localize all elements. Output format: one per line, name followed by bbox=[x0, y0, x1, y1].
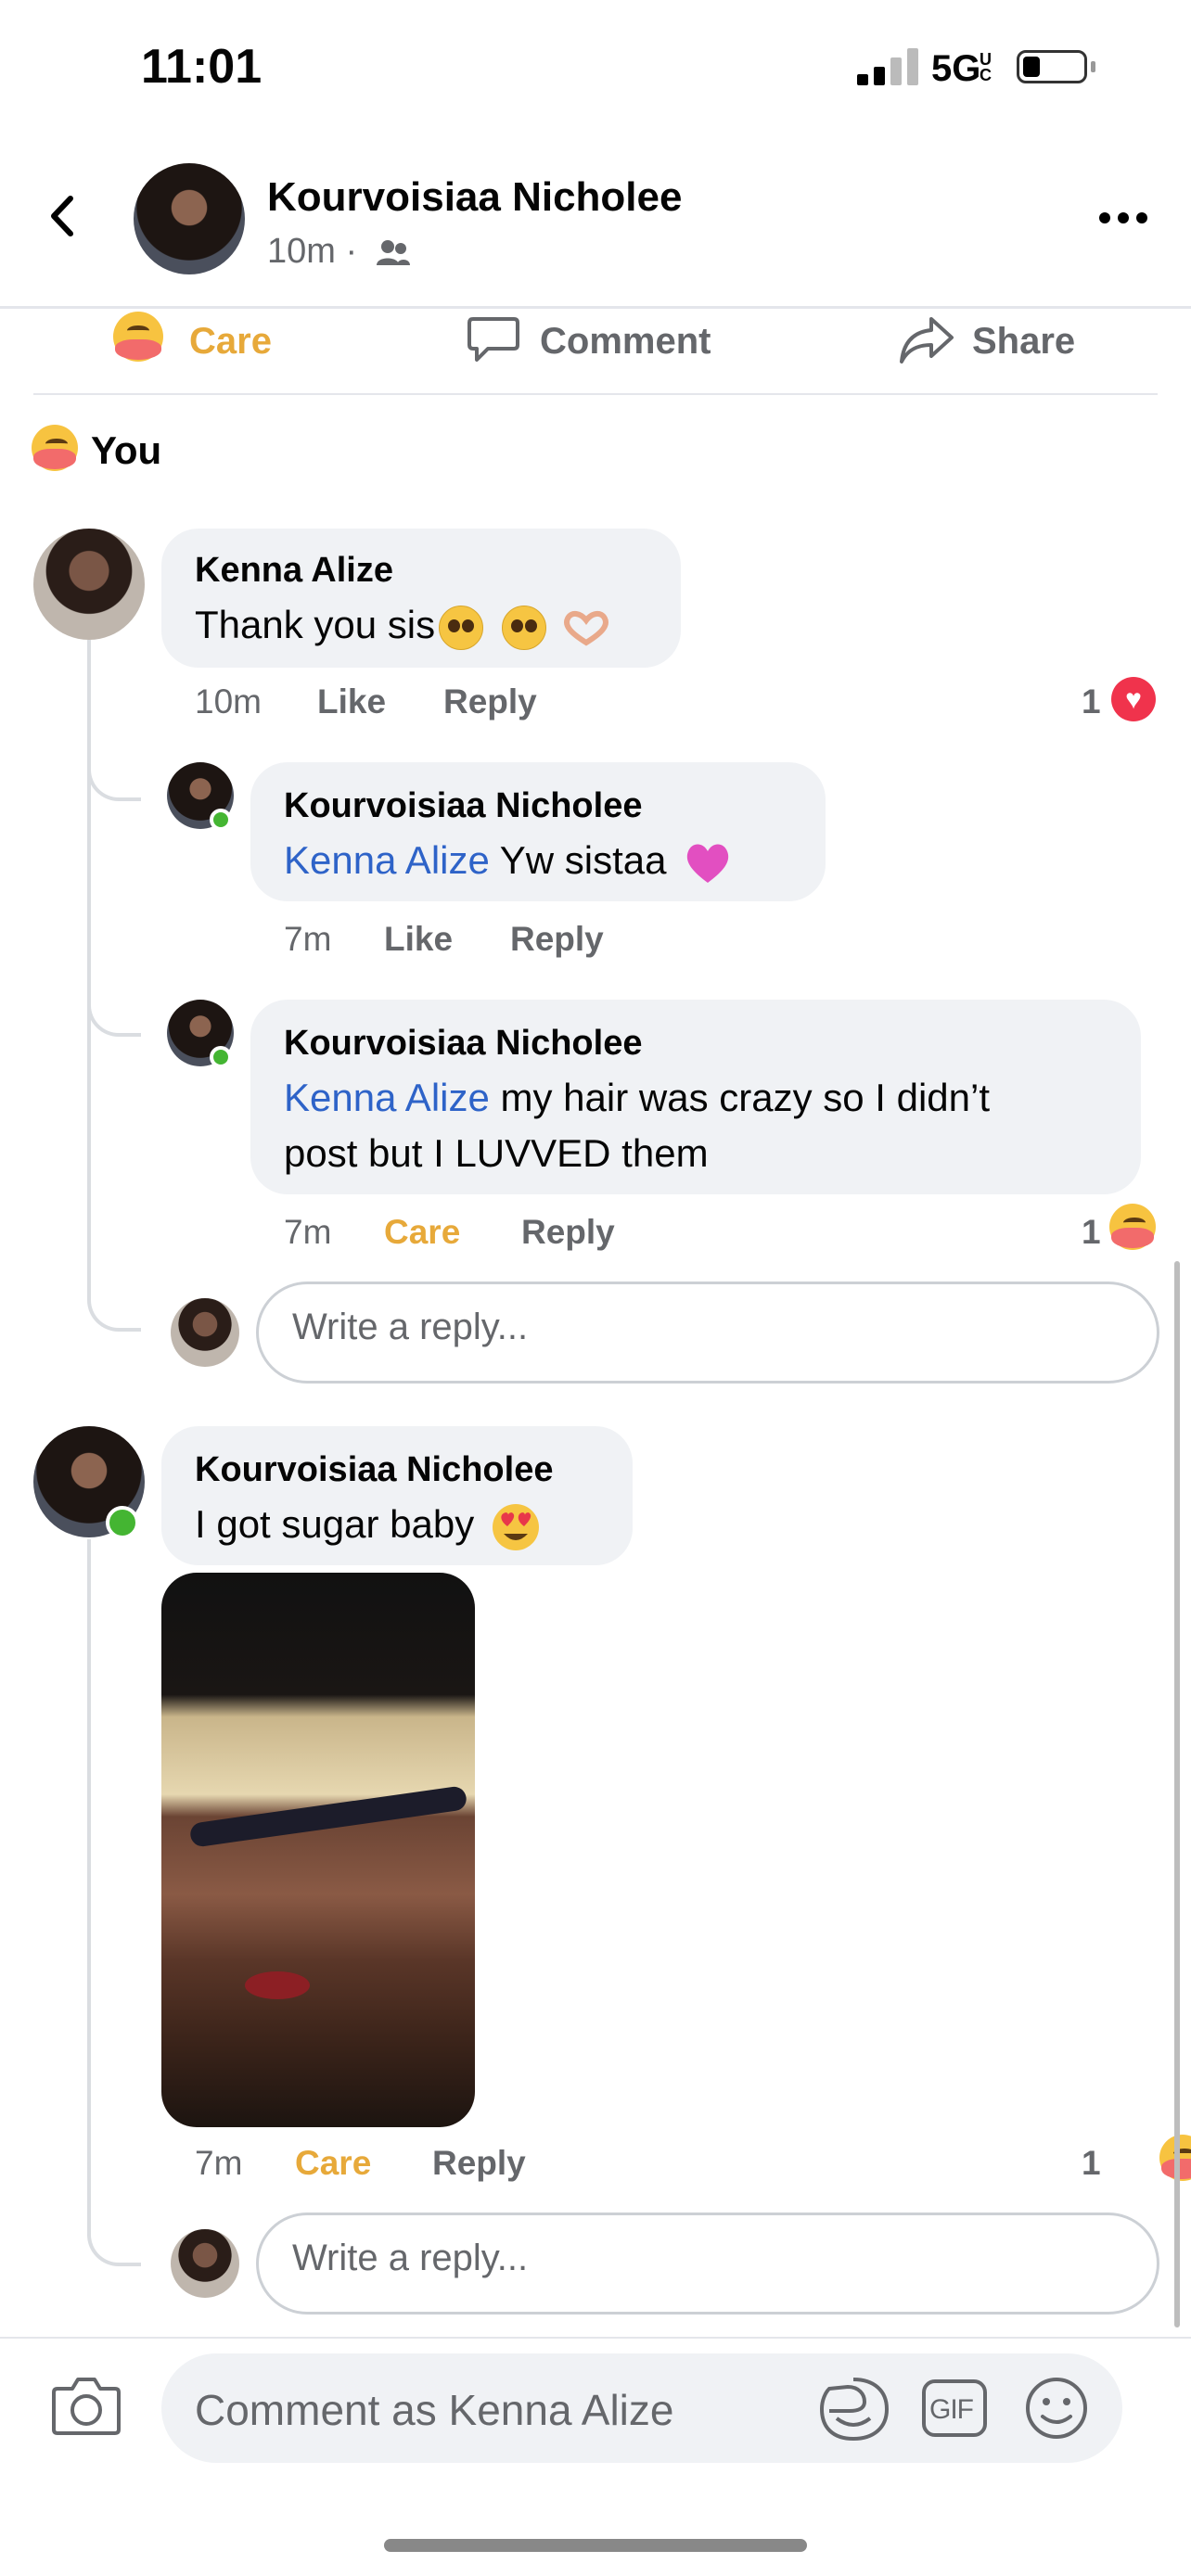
comment-author[interactable]: Kourvoisiaa Nicholee bbox=[195, 1450, 553, 1490]
reply-button[interactable]: Reply bbox=[432, 2144, 526, 2183]
comment-icon bbox=[467, 317, 519, 362]
heart-hands-icon bbox=[564, 610, 609, 646]
header-time: 10m · bbox=[267, 232, 358, 271]
care-action-label: Care bbox=[189, 321, 272, 362]
pleading-face-icon bbox=[439, 605, 484, 650]
comment-action-button[interactable]: Comment bbox=[466, 310, 744, 365]
comment-action-label: Comment bbox=[540, 321, 711, 362]
more-options-button[interactable] bbox=[1098, 182, 1148, 237]
scrollbar[interactable] bbox=[1174, 1261, 1180, 2327]
back-button[interactable] bbox=[41, 193, 87, 239]
emoji-icon[interactable] bbox=[1024, 2376, 1089, 2441]
heart-eyes-icon bbox=[492, 1503, 539, 1550]
reply-button[interactable]: Reply bbox=[521, 1213, 615, 1252]
reply-button[interactable]: Reply bbox=[510, 920, 604, 959]
comment-text: Thank you sis bbox=[195, 597, 610, 653]
signal-icon bbox=[857, 48, 922, 85]
love-reaction-icon: ♥ bbox=[1111, 677, 1156, 721]
friends-audience-icon bbox=[377, 240, 410, 265]
reply-button[interactable]: Reply bbox=[443, 682, 537, 721]
reply-time: 7m bbox=[284, 1213, 332, 1251]
comment-text: I got sugar baby bbox=[195, 1497, 541, 1552]
reply-author[interactable]: Kourvoisiaa Nicholee bbox=[284, 786, 642, 826]
care-reaction-icon bbox=[113, 312, 163, 362]
care-reaction-icon bbox=[1109, 1204, 1156, 1250]
care-reaction-button[interactable]: Care bbox=[295, 2144, 371, 2183]
comment-photo[interactable] bbox=[161, 1573, 475, 2127]
comment-author[interactable]: Kenna Alize bbox=[195, 551, 393, 591]
share-icon bbox=[900, 317, 954, 363]
my-avatar bbox=[171, 1298, 239, 1367]
like-button[interactable]: Like bbox=[317, 682, 386, 721]
care-reaction-icon bbox=[32, 425, 78, 471]
online-indicator bbox=[106, 1506, 139, 1539]
reaction-count[interactable]: 1 bbox=[1082, 2144, 1101, 2183]
reply-time: 7m bbox=[284, 920, 332, 958]
reply-text: Kenna Alize my hair was crazy so I didn’… bbox=[284, 1076, 991, 1119]
like-button[interactable]: Like bbox=[384, 920, 453, 959]
header-name[interactable]: Kourvoisiaa Nicholee bbox=[267, 174, 682, 221]
network-label: 5G bbox=[931, 48, 981, 89]
pink-heart-icon bbox=[686, 844, 729, 883]
network-suffix: UC bbox=[980, 50, 992, 84]
chevron-left-icon bbox=[51, 196, 73, 236]
comment-time: 10m bbox=[195, 682, 262, 721]
mention-link[interactable]: Kenna Alize bbox=[284, 838, 490, 882]
gif-label: GIF bbox=[929, 2394, 974, 2425]
reaction-count[interactable]: 1 bbox=[1082, 1213, 1101, 1252]
care-reaction-button[interactable]: Care bbox=[384, 1213, 460, 1252]
status-time: 11:01 bbox=[141, 40, 263, 94]
header-avatar[interactable] bbox=[134, 163, 245, 274]
reply-author[interactable]: Kourvoisiaa Nicholee bbox=[284, 1024, 642, 1064]
write-reply-input[interactable]: Write a reply... bbox=[256, 2213, 1159, 2315]
reply-text: Kenna Alize Yw sistaa bbox=[284, 833, 733, 888]
write-reply-input[interactable]: Write a reply... bbox=[256, 1282, 1159, 1384]
gif-button[interactable]: GIF bbox=[922, 2379, 987, 2437]
home-indicator[interactable] bbox=[384, 2539, 807, 2552]
online-indicator bbox=[210, 1046, 232, 1068]
share-action-button[interactable]: Share bbox=[898, 310, 1121, 365]
battery-icon bbox=[1017, 50, 1087, 83]
composer-placeholder: Comment as Kenna Alize bbox=[195, 2386, 674, 2434]
share-action-label: Share bbox=[972, 321, 1076, 362]
sticker-icon[interactable] bbox=[816, 2374, 892, 2444]
comment-time: 7m bbox=[195, 2144, 243, 2182]
comment-avatar[interactable] bbox=[33, 529, 145, 640]
pleading-face-icon bbox=[501, 605, 546, 650]
my-avatar bbox=[171, 2229, 239, 2298]
mention-link[interactable]: Kenna Alize bbox=[284, 1076, 490, 1119]
reactions-label: You bbox=[91, 428, 162, 472]
more-icon bbox=[1099, 212, 1147, 223]
reaction-count[interactable]: 1 bbox=[1082, 682, 1101, 721]
reply-text-line2: post but I LUVVED them bbox=[284, 1131, 709, 1175]
camera-icon[interactable] bbox=[50, 2374, 122, 2437]
online-indicator bbox=[210, 809, 232, 831]
